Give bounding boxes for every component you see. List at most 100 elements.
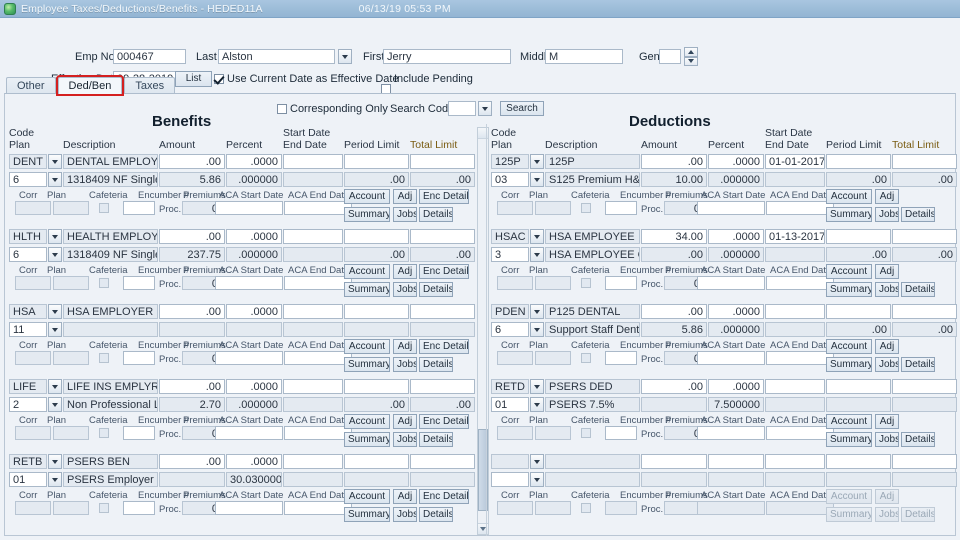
record-plan-dropdown-icon[interactable] (48, 247, 62, 262)
record-account-button[interactable]: Account (344, 414, 390, 429)
record-adj-button[interactable]: Adj (875, 264, 899, 279)
record-total-limit-field[interactable] (410, 454, 475, 469)
record-period-limit-field[interactable] (826, 229, 891, 244)
record-encumber-field[interactable] (605, 201, 637, 215)
gen-stepper[interactable] (684, 47, 698, 66)
stepper-down-icon[interactable] (684, 56, 698, 66)
record-cafeteria-checkbox[interactable] (581, 428, 591, 438)
record-amount-field[interactable]: .00 (159, 379, 225, 394)
record-aca-start-date-field[interactable] (697, 351, 765, 365)
record-aca-start-date-field[interactable] (215, 501, 283, 515)
record-period-limit-field[interactable] (344, 454, 409, 469)
record-plan-field[interactable] (491, 472, 529, 487)
record-account-button[interactable]: Account (344, 339, 390, 354)
record-plan-dropdown-icon[interactable] (48, 322, 62, 337)
record-total-limit-field[interactable] (410, 229, 475, 244)
record-code-dropdown-icon[interactable] (530, 154, 544, 169)
record-aca-start-date-field[interactable] (697, 201, 765, 215)
record-details-button[interactable]: Details (901, 432, 935, 447)
record-details-button[interactable]: Details (419, 507, 453, 522)
record-period-limit-field[interactable] (826, 454, 891, 469)
record-jobs-button[interactable]: Jobs (875, 357, 899, 372)
record-cafeteria-checkbox[interactable] (581, 353, 591, 363)
record-details-button[interactable]: Details (901, 282, 935, 297)
last-name-field[interactable]: Alston (218, 49, 335, 64)
record-enc-details-button[interactable]: Enc Details (419, 189, 469, 204)
record-plan-field[interactable]: 3 (491, 247, 529, 262)
record-plan-dropdown-icon[interactable] (530, 322, 544, 337)
record-plan-field[interactable]: 01 (491, 397, 529, 412)
emp-no-field[interactable]: 000467 (113, 49, 186, 64)
record-encumber-field[interactable] (123, 276, 155, 290)
record-cafeteria-checkbox[interactable] (581, 278, 591, 288)
record-period-limit-field[interactable] (344, 154, 409, 169)
record-details-button[interactable]: Details (419, 432, 453, 447)
record-amount-field[interactable] (641, 454, 707, 469)
record-encumber-field[interactable] (123, 201, 155, 215)
record-summary-button[interactable]: Summary (344, 357, 390, 372)
record-total-limit-field[interactable] (410, 154, 475, 169)
record-account-button[interactable]: Account (826, 339, 872, 354)
record-total-limit-field[interactable] (892, 154, 957, 169)
record-enc-details-button[interactable]: Enc Details (419, 489, 469, 504)
record-total-limit-field[interactable] (892, 454, 957, 469)
record-percent-field[interactable]: .0000 (708, 379, 764, 394)
tab-ded-ben[interactable]: Ded/Ben (55, 75, 125, 96)
record-adj-button[interactable]: Adj (875, 339, 899, 354)
record-adj-button[interactable]: Adj (393, 414, 417, 429)
record-encumber-field[interactable] (123, 351, 155, 365)
record-cafeteria-checkbox[interactable] (99, 428, 109, 438)
record-adj-button[interactable]: Adj (393, 339, 417, 354)
record-period-limit-field[interactable] (826, 154, 891, 169)
record-aca-end-date-field[interactable] (766, 201, 834, 215)
record-jobs-button[interactable]: Jobs (393, 357, 417, 372)
record-aca-start-date-field[interactable] (697, 426, 765, 440)
record-total-limit-field[interactable] (892, 304, 957, 319)
record-details-button[interactable]: Details (419, 282, 453, 297)
record-account-button[interactable]: Account (826, 189, 872, 204)
record-summary-button[interactable]: Summary (344, 507, 390, 522)
record-details-button[interactable]: Details (901, 207, 935, 222)
record-plan-field[interactable]: 2 (9, 397, 47, 412)
record-adj-button[interactable]: Adj (393, 189, 417, 204)
record-amount-field[interactable]: .00 (641, 154, 707, 169)
record-amount-field[interactable]: 34.00 (641, 229, 707, 244)
record-code-dropdown-icon[interactable] (48, 379, 62, 394)
record-total-limit-field[interactable] (410, 379, 475, 394)
record-plan-dropdown-icon[interactable] (530, 172, 544, 187)
record-encumber-field[interactable] (605, 351, 637, 365)
record-code-dropdown-icon[interactable] (530, 304, 544, 319)
record-plan-field[interactable]: 01 (9, 472, 47, 487)
record-code-dropdown-icon[interactable] (48, 154, 62, 169)
record-percent-field[interactable]: .0000 (226, 454, 282, 469)
record-percent-field[interactable]: .0000 (708, 229, 764, 244)
record-details-button[interactable]: Details (419, 357, 453, 372)
record-start-date-field[interactable] (283, 379, 343, 394)
record-start-date-field[interactable] (765, 304, 825, 319)
record-code-dropdown-icon[interactable] (530, 229, 544, 244)
record-percent-field[interactable] (708, 454, 764, 469)
record-start-date-field[interactable]: 01-13-2017 (765, 229, 825, 244)
record-percent-field[interactable]: .0000 (226, 304, 282, 319)
record-cafeteria-checkbox[interactable] (99, 503, 109, 513)
record-period-limit-field[interactable] (344, 379, 409, 394)
record-account-button[interactable]: Account (344, 489, 390, 504)
record-aca-end-date-field[interactable] (284, 351, 352, 365)
record-amount-field[interactable]: .00 (159, 154, 225, 169)
record-adj-button[interactable]: Adj (875, 189, 899, 204)
record-summary-button[interactable]: Summary (826, 432, 872, 447)
record-cafeteria-checkbox[interactable] (99, 278, 109, 288)
record-cafeteria-checkbox[interactable] (99, 353, 109, 363)
record-plan-field[interactable]: 03 (491, 172, 529, 187)
record-jobs-button[interactable]: Jobs (875, 432, 899, 447)
record-amount-field[interactable]: .00 (159, 304, 225, 319)
record-plan-dropdown-icon[interactable] (530, 397, 544, 412)
record-summary-button[interactable]: Summary (344, 282, 390, 297)
record-start-date-field[interactable] (765, 454, 825, 469)
record-account-button[interactable]: Account (344, 264, 390, 279)
record-account-button[interactable]: Account (826, 414, 872, 429)
list-button[interactable]: List (175, 71, 212, 87)
record-summary-button[interactable]: Summary (344, 432, 390, 447)
record-details-button[interactable]: Details (419, 207, 453, 222)
record-aca-end-date-field[interactable] (284, 276, 352, 290)
